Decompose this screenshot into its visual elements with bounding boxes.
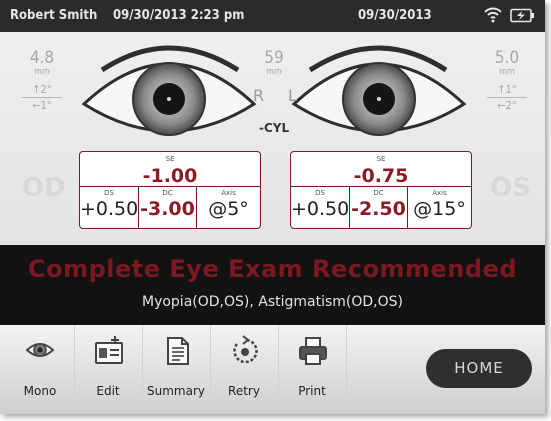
retry-label: Retry: [228, 384, 260, 398]
od-dc-cell: DC -3.00: [138, 187, 197, 228]
os-prescription-box: SE -0.75 DS +0.50 DC -2.50 Axis @15°: [290, 151, 472, 229]
os-axis-label: Axis: [432, 189, 447, 197]
battery-charging-icon: [510, 8, 535, 27]
os-pd-value: 5.0: [494, 48, 520, 68]
os-pd-unit: mm: [499, 67, 515, 77]
os-pd-group: 5.0 mm ↑1° ←2°: [487, 49, 527, 112]
device-screen: Robert Smith 09/30/2013 2:23 pm 09/30/20…: [0, 0, 545, 414]
status-bar: Robert Smith 09/30/2013 2:23 pm 09/30/20…: [0, 0, 545, 32]
print-label: Print: [298, 384, 326, 398]
od-ds-value: +0.50: [80, 198, 139, 220]
edit-profile-icon: [95, 336, 123, 364]
left-eye-os-icon: [291, 45, 467, 136]
summary-document-icon: [167, 337, 189, 365]
os-dc-label: DC: [373, 189, 384, 197]
right-eye-od-icon: [81, 45, 257, 136]
retry-icon: [233, 335, 258, 364]
center-pd-group: 59 mm: [257, 49, 291, 77]
os-se-label: SE: [376, 155, 386, 163]
exam-datetime: 09/30/2013 2:23 pm: [113, 8, 245, 23]
edit-button[interactable]: Edit: [74, 325, 143, 414]
od-divider: [22, 97, 62, 98]
os-ds-value: +0.50: [291, 198, 350, 220]
od-pd-group: 4.8 mm ↑2° ←1°: [22, 49, 62, 112]
od-dc-label: DC: [162, 189, 173, 197]
od-axis-label: Axis: [221, 189, 236, 197]
os-axis-cell: Axis @15°: [408, 187, 471, 228]
mono-button[interactable]: Mono: [6, 325, 75, 414]
os-ds-cell: DS +0.50: [291, 187, 349, 228]
user-name: Robert Smith: [10, 8, 98, 23]
od-axis-value: @5°: [208, 198, 249, 220]
od-prescription-box: SE -1.00 DS +0.50 DC -3.00 Axis @5°: [79, 151, 261, 229]
od-vertical-angle: ↑2°: [32, 83, 52, 96]
od-ds-cell: DS +0.50: [80, 187, 138, 228]
cyl-label: -CYL: [259, 121, 290, 135]
os-dc-cell: DC -2.50: [349, 187, 408, 228]
od-dc-value: -3.00: [140, 198, 195, 220]
home-button[interactable]: HOME: [426, 349, 532, 388]
recommendation-headline: Complete Eye Exam Recommended: [28, 255, 517, 283]
os-ds-label: DS: [315, 189, 325, 197]
wifi-icon: [483, 6, 503, 27]
od-se-label: SE: [165, 155, 175, 163]
center-pd-unit: mm: [266, 67, 282, 77]
diagnosis-subtext: Myopia(OD,OS), Astigmatism(OD,OS): [141, 294, 403, 310]
retry-button[interactable]: Retry: [210, 325, 279, 414]
r-label: R: [253, 86, 265, 105]
edit-label: Edit: [96, 384, 120, 398]
od-label: OD: [22, 173, 66, 203]
os-values-row: DS +0.50 DC -2.50 Axis @15°: [291, 186, 471, 228]
od-axis-cell: Axis @5°: [197, 187, 260, 228]
od-se-value: -1.00: [142, 165, 198, 187]
eye-icon: [25, 343, 55, 357]
od-values-row: DS +0.50 DC -3.00 Axis @5°: [80, 186, 260, 228]
printer-icon: [299, 337, 327, 365]
os-vertical-angle: ↑1°: [497, 83, 517, 96]
mono-label: Mono: [23, 384, 57, 398]
recommendation-banner: Complete Eye Exam Recommended Myopia(OD,…: [0, 245, 545, 325]
os-horizontal-angle: ←2°: [497, 99, 517, 112]
print-button[interactable]: Print: [278, 325, 347, 414]
od-ds-label: DS: [104, 189, 114, 197]
od-pd-unit: mm: [34, 67, 50, 77]
od-horizontal-angle: ←1°: [32, 99, 52, 112]
od-pd-value: 4.8: [29, 48, 55, 68]
l-label: L: [288, 86, 297, 105]
os-divider: [487, 97, 527, 98]
os-axis-value: @15°: [413, 198, 466, 220]
os-label: OS: [490, 173, 531, 203]
summary-button[interactable]: Summary: [142, 325, 211, 414]
os-dc-value: -2.50: [351, 198, 406, 220]
eye-measurement-panel: 4.8 mm ↑2° ←1° 59 mm R L -CYL 5.0 mm ↑1°…: [0, 32, 545, 245]
current-date: 09/30/2013: [358, 8, 432, 23]
os-se-value: -0.75: [353, 165, 409, 187]
summary-label: Summary: [147, 384, 205, 398]
center-pd-value: 59: [264, 48, 284, 68]
